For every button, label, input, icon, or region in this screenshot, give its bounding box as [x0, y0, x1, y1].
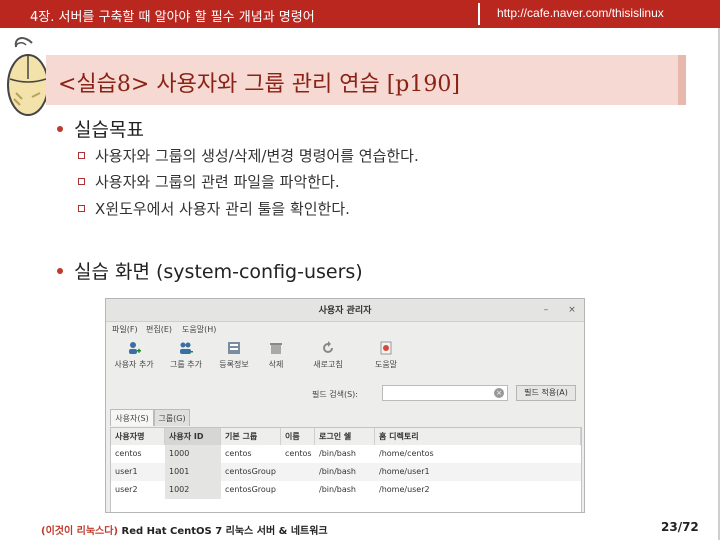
close-button[interactable]: ×: [566, 304, 578, 316]
tool-label: 그룹 추가: [170, 360, 202, 369]
cell-name: [281, 463, 315, 481]
cell-username: centos: [115, 449, 142, 458]
cell-group: centos: [225, 449, 252, 458]
column-header[interactable]: 이름: [281, 428, 315, 445]
tool-label: 삭제: [268, 360, 284, 369]
table-row[interactable]: user2 1002 centosGroup /bin/bash /home/u…: [111, 481, 581, 499]
tool-label: 새로고침: [313, 360, 343, 369]
cell-name: [281, 481, 315, 499]
refresh-button[interactable]: 새로고침: [302, 341, 354, 375]
bullet-dot: [57, 126, 63, 132]
apply-filter-button[interactable]: 필드 적용(A): [516, 385, 576, 401]
column-header[interactable]: 사용자명: [111, 428, 165, 445]
column-header[interactable]: 기본 그룹: [221, 428, 281, 445]
cell-username: user1: [115, 467, 138, 476]
cafe-url-link[interactable]: http://cafe.naver.com/thisislinux: [497, 6, 664, 20]
menu-file[interactable]: 파일(F): [112, 324, 138, 335]
cell-uid: 1000: [165, 445, 221, 463]
add-group-icon: [180, 342, 193, 354]
clear-filter-icon[interactable]: ×: [494, 388, 504, 398]
goal-item: 사용자와 그룹의 관련 파일을 파악한다.: [95, 173, 340, 191]
cell-home: /home/centos: [379, 449, 434, 458]
footer-book-rest: Red Hat CentOS 7 리눅스 서버 & 네트워크: [118, 526, 328, 537]
column-header[interactable]: 로그인 쉘: [315, 428, 375, 445]
add-user-icon: [129, 342, 141, 354]
refresh-icon: [323, 341, 333, 353]
table-row[interactable]: user1 1001 centosGroup /bin/bash /home/u…: [111, 463, 581, 481]
sub-bullet-marker: [78, 152, 85, 159]
cell-uid: 1001: [165, 463, 221, 481]
column-header[interactable]: 홈 디렉토리: [375, 428, 581, 445]
help-icon: [380, 341, 392, 355]
footer-book-title: (이것이 리눅스다) Red Hat CentOS 7 리눅스 서버 & 네트워…: [41, 522, 328, 537]
help-button[interactable]: 도움말: [360, 341, 412, 375]
column-header[interactable]: 사용자 ID: [165, 428, 221, 445]
toolbar: 사용자 추가 그룹 추가 등록정보 삭제 새로고침 도움말: [106, 337, 584, 377]
cell-shell: /bin/bash: [319, 485, 356, 494]
tab-groups[interactable]: 그룹(G): [154, 409, 190, 426]
tool-label: 사용자 추가: [114, 360, 154, 369]
delete-button[interactable]: 삭제: [250, 341, 302, 375]
title-band-edge: [678, 55, 686, 105]
cell-shell: /bin/bash: [319, 449, 356, 458]
cell-username: user2: [115, 485, 138, 494]
cell-name: centos: [285, 449, 312, 458]
users-table: 사용자명 사용자 ID 기본 그룹 이름 로그인 쉘 홈 디렉토리 centos…: [110, 427, 582, 512]
cell-group: centosGroup: [225, 485, 276, 494]
bullet-dot: [57, 268, 63, 274]
header-divider: [478, 3, 480, 25]
delete-icon: [270, 343, 282, 354]
cell-uid: 1002: [165, 481, 221, 499]
goal-item: X윈도우에서 사용자 관리 툴을 확인한다.: [95, 200, 350, 218]
page-number: 23/72: [661, 520, 699, 534]
window-titlebar: 사용자 관리자 – ×: [106, 299, 584, 322]
filter-label: 필드 검색(S):: [312, 390, 358, 399]
add-user-button[interactable]: 사용자 추가: [108, 341, 160, 375]
properties-icon: [228, 342, 240, 354]
minimize-button[interactable]: –: [540, 304, 552, 316]
goal-item: 사용자와 그룹의 생성/삭제/변경 명령어를 연습한다.: [95, 147, 419, 165]
add-group-button[interactable]: 그룹 추가: [160, 341, 212, 375]
tool-label: 도움말: [374, 360, 398, 369]
tab-users[interactable]: 사용자(S): [110, 409, 154, 426]
slide-title: <실습8> 사용자와 그룹 관리 연습 [p190]: [58, 72, 460, 97]
cell-home: /home/user2: [379, 485, 430, 494]
menu-help[interactable]: 도움말(H): [182, 324, 216, 335]
section-heading-screen: 실습 화면 (system-config-users): [74, 261, 363, 283]
menubar: 파일(F) 편집(E) 도움말(H): [106, 321, 584, 337]
chapter-title: 4장. 서버를 구축할 때 알아야 할 필수 개념과 명령어: [30, 10, 315, 25]
cell-group: centosGroup: [225, 467, 276, 476]
sub-bullet-marker: [78, 205, 85, 212]
filter-input[interactable]: [382, 385, 508, 401]
footer-book-prefix: (이것이 리눅스다): [41, 526, 119, 537]
user-manager-window: 사용자 관리자 – × 파일(F) 편집(E) 도움말(H) 사용자 추가 그룹…: [105, 298, 585, 513]
cell-home: /home/user1: [379, 467, 430, 476]
window-title: 사용자 관리자: [318, 306, 372, 316]
cell-shell: /bin/bash: [319, 467, 356, 476]
section-heading-goals: 실습목표: [74, 119, 144, 141]
menu-edit[interactable]: 편집(E): [146, 324, 172, 335]
sub-bullet-marker: [78, 178, 85, 185]
table-row[interactable]: centos 1000 centos centos /bin/bash /hom…: [111, 445, 581, 463]
